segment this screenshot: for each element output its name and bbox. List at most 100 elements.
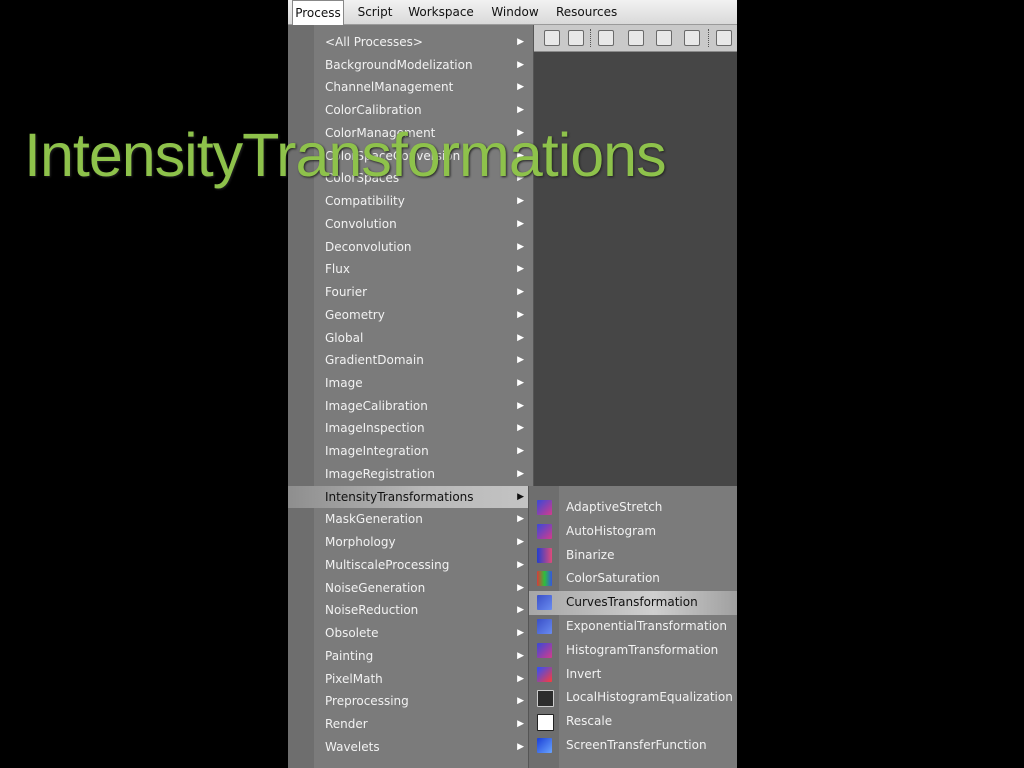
menu-item-imageintegration[interactable]: ImageIntegration ▶ — [288, 440, 533, 463]
window-icon[interactable] — [716, 30, 732, 46]
save-icon[interactable] — [568, 30, 584, 46]
submenu-item-autohistogram[interactable]: AutoHistogram — [529, 520, 737, 544]
submenu-item-screentransferfunction[interactable]: ScreenTransferFunction — [529, 734, 737, 758]
menu-item-label: Global — [325, 330, 364, 345]
submenu-item-adaptivestretch[interactable]: AdaptiveStretch — [529, 496, 737, 520]
menu-item-preprocessing[interactable]: Preprocessing ▶ — [288, 690, 533, 713]
submenu-item-binarize[interactable]: Binarize — [529, 544, 737, 568]
menu-item-render[interactable]: Render ▶ — [288, 713, 533, 736]
submenu-arrow-icon: ▶ — [517, 218, 524, 229]
menu-item-label: Morphology — [325, 535, 396, 550]
submenu-arrow-icon: ▶ — [517, 105, 524, 116]
submenu-arrow-icon: ▶ — [517, 332, 524, 343]
menu-item-gradientdomain[interactable]: GradientDomain ▶ — [288, 349, 533, 372]
menu-item-label: Painting — [325, 648, 374, 663]
menu-item-all-processes[interactable]: <All Processes> ▶ — [288, 31, 533, 54]
submenu-arrow-icon: ▶ — [517, 605, 524, 616]
menu-item-noisegeneration[interactable]: NoiseGeneration ▶ — [288, 577, 533, 600]
menu-item-painting[interactable]: Painting ▶ — [288, 645, 533, 668]
menu-script[interactable]: Script — [354, 0, 396, 24]
menu-item-flux[interactable]: Flux ▶ — [288, 258, 533, 281]
submenu-arrow-icon: ▶ — [517, 673, 524, 684]
menu-item-fourier[interactable]: Fourier ▶ — [288, 281, 533, 304]
submenu-arrow-icon: ▶ — [517, 355, 524, 366]
submenu-arrow-icon: ▶ — [517, 378, 524, 389]
menu-window[interactable]: Window — [488, 0, 542, 24]
menu-item-noisereduction[interactable]: NoiseReduction ▶ — [288, 599, 533, 622]
menu-item-deconvolution[interactable]: Deconvolution ▶ — [288, 236, 533, 259]
menu-item-label: ChannelManagement — [325, 80, 454, 95]
duplicate-icon[interactable] — [656, 30, 672, 46]
submenu-arrow-icon: ▶ — [517, 196, 524, 207]
submenu-item-histogramtransformation[interactable]: HistogramTransformation — [529, 639, 737, 663]
menu-item-label: Convolution — [325, 216, 397, 231]
submenu-item-colorsaturation[interactable]: ColorSaturation — [529, 567, 737, 591]
submenu-arrow-icon: ▶ — [517, 59, 524, 70]
menu-workspace[interactable]: Workspace — [408, 0, 474, 24]
submenu-arrow-icon: ▶ — [517, 241, 524, 252]
menu-item-multiscaleprocessing[interactable]: MultiscaleProcessing ▶ — [288, 554, 533, 577]
toolbar-separator — [590, 29, 593, 47]
menu-item-morphology[interactable]: Morphology ▶ — [288, 531, 533, 554]
rescale-icon — [537, 714, 554, 732]
menu-item-imageinspection[interactable]: ImageInspection ▶ — [288, 417, 533, 440]
invert-icon — [537, 666, 552, 682]
menu-item-imageregistration[interactable]: ImageRegistration ▶ — [288, 463, 533, 486]
mask-icon[interactable] — [628, 30, 644, 46]
menu-process[interactable]: Process — [292, 0, 344, 25]
copy-icon[interactable] — [684, 30, 700, 46]
submenu-item-localhistogramequalization[interactable]: LocalHistogramEqualization — [529, 686, 737, 710]
submenu-item-curvestransformation[interactable]: CurvesTransformation — [529, 591, 737, 615]
menu-item-label: ImageRegistration — [325, 466, 435, 481]
submenu-item-exponentialtransformation[interactable]: ExponentialTransformation — [529, 615, 737, 639]
submenu-arrow-icon: ▶ — [517, 582, 524, 593]
menu-item-geometry[interactable]: Geometry ▶ — [288, 304, 533, 327]
submenu-item-label: AdaptiveStretch — [566, 500, 663, 514]
menu-item-label: GradientDomain — [325, 353, 424, 368]
menu-item-image[interactable]: Image ▶ — [288, 372, 533, 395]
submenu-item-label: LocalHistogramEqualization — [566, 690, 733, 705]
menu-item-label: BackgroundModelization — [325, 57, 473, 72]
menu-item-channelmanagement[interactable]: ChannelManagement ▶ — [288, 76, 533, 99]
submenu-item-label: ScreenTransferFunction — [566, 737, 707, 752]
menu-bar: Process Script Workspace Window Resource… — [288, 0, 737, 25]
menu-resources[interactable]: Resources — [556, 0, 617, 24]
app-window: Process Script Workspace Window Resource… — [288, 0, 737, 768]
menu-item-label: Flux — [325, 262, 350, 277]
menu-item-label: MaskGeneration — [325, 512, 423, 527]
menu-item-intensitytransformations[interactable]: IntensityTransformations ▶ — [288, 485, 533, 509]
menu-item-label: <All Processes> — [325, 35, 423, 49]
binarize-icon — [537, 547, 552, 563]
menu-item-convolution[interactable]: Convolution ▶ — [288, 213, 533, 236]
menu-item-obsolete[interactable]: Obsolete ▶ — [288, 622, 533, 645]
submenu-item-label: Invert — [566, 666, 602, 681]
menu-item-label: NoiseGeneration — [325, 580, 426, 595]
menu-item-label: Deconvolution — [325, 239, 412, 254]
toolbar — [532, 25, 737, 52]
menu-item-compatibility[interactable]: Compatibility ▶ — [288, 190, 533, 213]
preview-icon[interactable] — [598, 30, 614, 46]
menu-item-label: MultiscaleProcessing — [325, 557, 450, 572]
menu-item-label: NoiseReduction — [325, 603, 419, 618]
menu-item-label: ImageIntegration — [325, 444, 429, 459]
submenu-item-label: CurvesTransformation — [566, 595, 698, 610]
color-saturation-icon — [537, 571, 552, 587]
menu-item-pixelmath[interactable]: PixelMath ▶ — [288, 668, 533, 691]
menu-item-wavelets[interactable]: Wavelets ▶ — [288, 736, 533, 759]
submenu-arrow-icon: ▶ — [517, 400, 524, 411]
menu-item-global[interactable]: Global ▶ — [288, 327, 533, 350]
workspace-area — [532, 52, 737, 486]
submenu-item-rescale[interactable]: Rescale — [529, 710, 737, 734]
menu-item-maskgeneration[interactable]: MaskGeneration ▶ — [288, 508, 533, 531]
menu-item-backgroundmodelization[interactable]: BackgroundModelization ▶ — [288, 54, 533, 77]
menu-item-imagecalibration[interactable]: ImageCalibration ▶ — [288, 395, 533, 418]
submenu-item-label: Binarize — [566, 547, 615, 562]
submenu-arrow-icon: ▶ — [517, 537, 524, 548]
menu-item-label: Wavelets — [325, 739, 380, 754]
menu-item-colorcalibration[interactable]: ColorCalibration ▶ — [288, 99, 533, 122]
overlay-title: IntensityTransformations — [24, 121, 667, 189]
new-image-icon[interactable] — [544, 30, 560, 46]
submenu-item-label: ColorSaturation — [566, 571, 660, 586]
submenu-item-invert[interactable]: Invert — [529, 663, 737, 687]
menu-item-label: ImageInspection — [325, 421, 425, 436]
